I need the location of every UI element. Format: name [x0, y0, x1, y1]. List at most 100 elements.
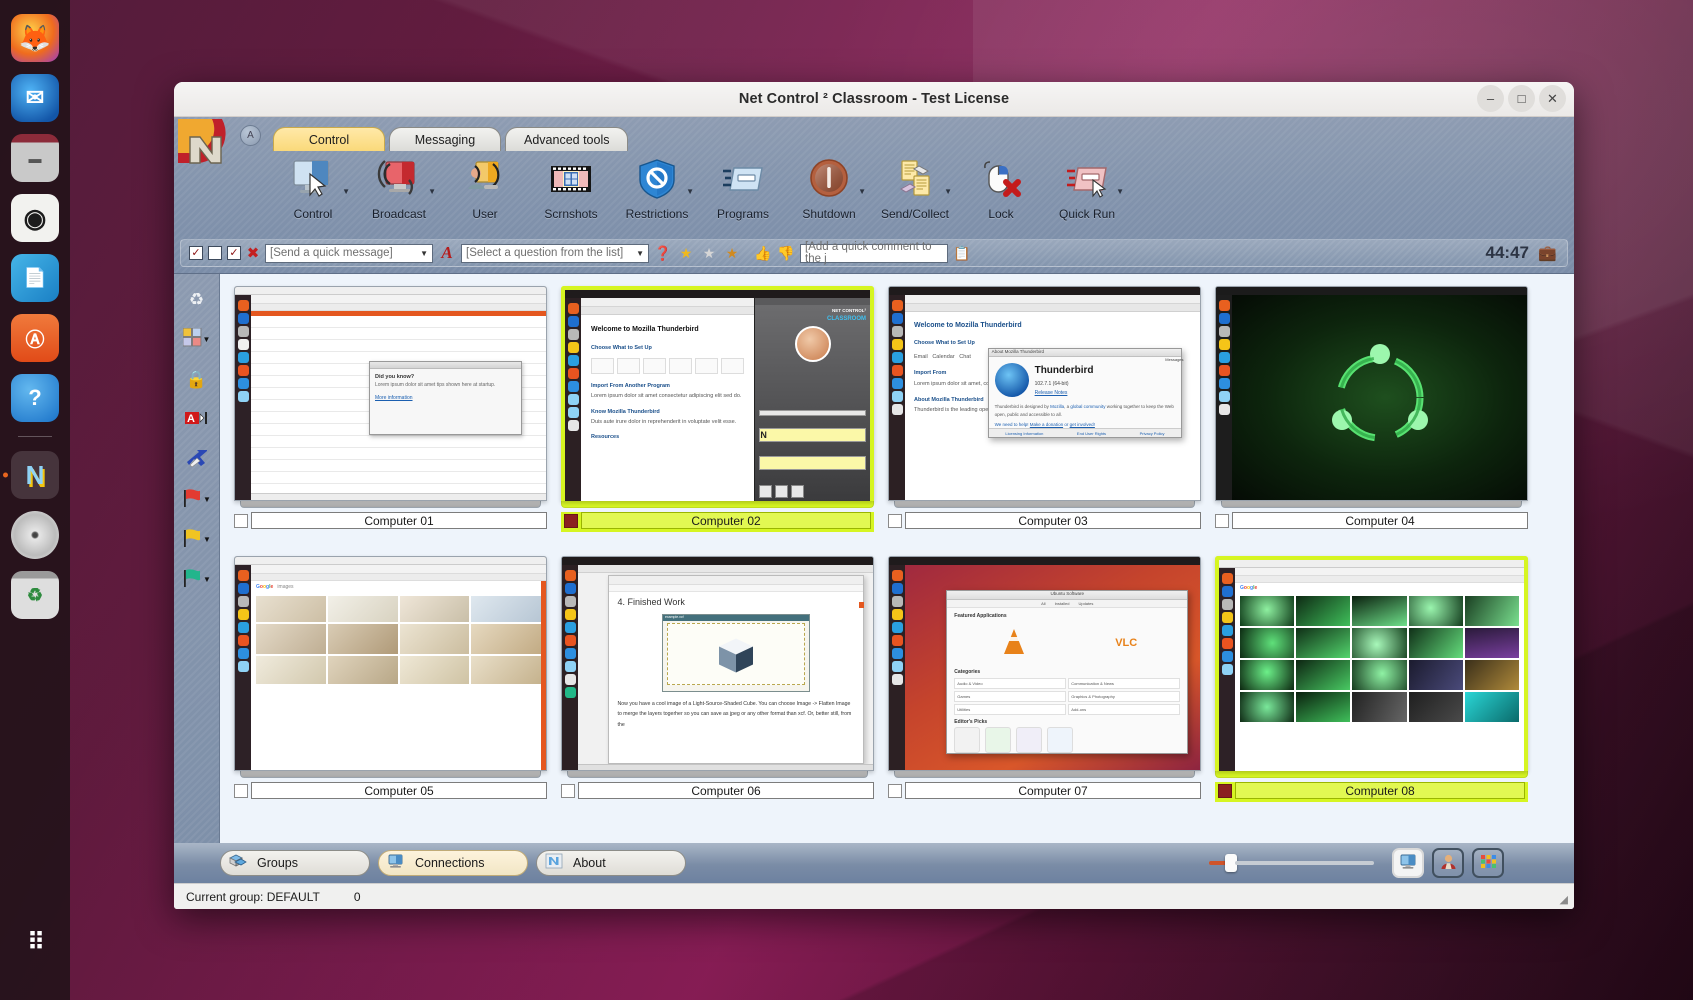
computer-cell[interactable]: Welcome to Mozilla Thunderbird Choose Wh…: [561, 286, 888, 556]
chevron-down-icon[interactable]: ▼: [1116, 187, 1124, 196]
computer-thumbnail[interactable]: Ubuntu Software All Installed Updates Feat…: [888, 556, 1201, 771]
dock-item-help[interactable]: ?: [11, 374, 59, 422]
sidebar-item-connections-tool[interactable]: [177, 446, 217, 472]
computer-name-row[interactable]: Computer 07: [888, 782, 1201, 799]
briefcase-icon[interactable]: 💼: [1538, 244, 1557, 262]
computer-name[interactable]: Computer 04: [1232, 512, 1528, 529]
show-applications-button[interactable]: ⠿: [11, 918, 59, 966]
footer-tab-about[interactable]: About: [536, 850, 686, 876]
computer-thumbnail[interactable]: [1215, 286, 1528, 501]
computer-cell[interactable]: Ubuntu Software All Installed Updates Feat…: [888, 556, 1215, 826]
computer-cell[interactable]: Welcome to Mozilla Thunderbird Choose Wh…: [888, 286, 1215, 556]
computer-checkbox[interactable]: [1215, 513, 1229, 528]
red-a-font-icon[interactable]: A: [438, 243, 456, 263]
computer-thumbnail[interactable]: Google: [1215, 556, 1528, 771]
computer-thumbnail[interactable]: Welcome to Mozilla Thunderbird Choose Wh…: [888, 286, 1201, 501]
computer-name-row[interactable]: Computer 06: [561, 782, 874, 799]
computer-name-row[interactable]: Computer 05: [234, 782, 547, 799]
dock-item-trash[interactable]: ♻: [11, 571, 59, 619]
quick-clear-button[interactable]: ✖: [246, 246, 260, 261]
computer-name-row[interactable]: Computer 01: [234, 512, 547, 529]
tab-control[interactable]: Control: [273, 127, 385, 151]
quick-comment-input[interactable]: [Add a quick comment to the j: [800, 241, 948, 265]
ribbon-button-broadcast[interactable]: Broadcast ▼: [356, 155, 442, 221]
ribbon-button-restrictions[interactable]: Restrictions ▼: [614, 155, 700, 221]
bronze-star-icon[interactable]: ★: [723, 245, 741, 262]
chevron-down-icon[interactable]: ▼: [203, 535, 211, 544]
quick-check-3[interactable]: ✓: [227, 246, 241, 260]
question-select[interactable]: [Select a question from the list] ▼: [461, 243, 649, 263]
computer-name[interactable]: Computer 03: [905, 512, 1201, 529]
computer-checkbox[interactable]: [888, 783, 902, 798]
thumbnail-size-slider[interactable]: [1209, 854, 1374, 872]
ribbon-button-scrnshots[interactable]: Scrnshots: [528, 155, 614, 221]
ribbon-button-user[interactable]: User: [442, 155, 528, 221]
computer-name[interactable]: Computer 01: [251, 512, 547, 529]
quick-check-2[interactable]: [208, 246, 222, 260]
ribbon-button-control[interactable]: Control ▼: [270, 155, 356, 221]
dock-item-netcontrol[interactable]: N: [11, 451, 59, 499]
orange-question-mark-icon[interactable]: ❓: [654, 245, 672, 262]
sidebar-item-rename-tool[interactable]: A: [177, 406, 217, 432]
computer-checkbox[interactable]: [888, 513, 902, 528]
chevron-down-icon[interactable]: ▼: [428, 187, 436, 196]
computer-name[interactable]: Computer 08: [1235, 782, 1525, 799]
dock-item-firefox[interactable]: 🦊: [11, 14, 59, 62]
footer-tab-groups[interactable]: Groups: [220, 850, 370, 876]
computer-cell[interactable]: Google Computer 08: [1215, 556, 1542, 826]
dock-item-disc[interactable]: ●: [11, 511, 59, 559]
sidebar-item-color-marks-tool[interactable]: ▼: [177, 326, 217, 352]
chevron-down-icon[interactable]: ▼: [203, 575, 211, 584]
dock-item-files[interactable]: ▬: [11, 134, 59, 182]
chevron-down-icon[interactable]: ▼: [203, 495, 211, 504]
computer-checkbox[interactable]: [234, 513, 248, 528]
view-users-button[interactable]: [1432, 848, 1464, 878]
sidebar-item-flag-red-tool[interactable]: ▼: [177, 486, 217, 512]
resize-grip-icon[interactable]: ◢: [1560, 893, 1568, 906]
dock-item-thunderbird[interactable]: ✉: [11, 74, 59, 122]
computer-name[interactable]: Computer 05: [251, 782, 547, 799]
close-button[interactable]: ✕: [1539, 85, 1566, 112]
computer-cell[interactable]: Computer 04: [1215, 286, 1542, 556]
chevron-down-icon[interactable]: ▼: [858, 187, 866, 196]
chevron-down-icon[interactable]: ▼: [944, 187, 952, 196]
computer-name[interactable]: Computer 06: [578, 782, 874, 799]
computer-thumbnail[interactable]: 4. Finished Work example.xcf Now you hav…: [561, 556, 874, 771]
gold-star-icon[interactable]: ★: [677, 245, 695, 262]
computer-cell[interactable]: 4. Finished Work example.xcf Now you hav…: [561, 556, 888, 826]
computer-thumbnail[interactable]: Welcome to Mozilla Thunderbird Choose Wh…: [561, 286, 874, 501]
computer-name-row[interactable]: Computer 08: [1218, 782, 1525, 799]
thumb-up-icon[interactable]: 👍: [754, 245, 772, 262]
ribbon-button-shutdown[interactable]: Shutdown ▼: [786, 155, 872, 221]
view-thumbnails-button[interactable]: [1392, 848, 1424, 878]
chevron-down-icon[interactable]: ▼: [636, 249, 644, 258]
view-tiles-button[interactable]: [1472, 848, 1504, 878]
sidebar-item-lock-tool[interactable]: 🔒: [177, 366, 217, 392]
dock-item-ubuntu-software[interactable]: Ⓐ: [11, 314, 59, 362]
chevron-down-icon[interactable]: ▼: [342, 187, 350, 196]
computer-checkbox[interactable]: [561, 783, 575, 798]
computer-name[interactable]: Computer 02: [581, 512, 871, 529]
ribbon-app-menu-button[interactable]: A: [240, 125, 261, 146]
chevron-down-icon[interactable]: ▼: [420, 249, 428, 258]
ribbon-button-lock[interactable]: Lock: [958, 155, 1044, 221]
ribbon-button-programs[interactable]: Programs: [700, 155, 786, 221]
quick-check-1[interactable]: ✓: [189, 246, 203, 260]
computer-cell[interactable]: Google images Computer 05: [234, 556, 561, 826]
silver-star-icon[interactable]: ★: [700, 245, 718, 262]
sidebar-item-refresh-tool[interactable]: ♻: [177, 286, 217, 312]
maximize-button[interactable]: □: [1508, 85, 1535, 112]
computer-name-row[interactable]: Computer 04: [1215, 512, 1528, 529]
computer-thumbnail[interactable]: Google images: [234, 556, 547, 771]
computer-cell[interactable]: Did you know? Lorem ipsum dolor sit amet…: [234, 286, 561, 556]
minimize-button[interactable]: –: [1477, 85, 1504, 112]
computer-name-row[interactable]: Computer 02: [564, 512, 871, 529]
dock-item-libreoffice[interactable]: 📄: [11, 254, 59, 302]
computer-name-row[interactable]: Computer 03: [888, 512, 1201, 529]
quick-message-input[interactable]: [Send a quick message] ▼: [265, 243, 433, 263]
computer-name[interactable]: Computer 07: [905, 782, 1201, 799]
sidebar-item-flag-green-tool[interactable]: ▼: [177, 566, 217, 592]
chevron-down-icon[interactable]: ▼: [203, 335, 211, 344]
dock-item-rhythmbox[interactable]: ◉: [11, 194, 59, 242]
footer-tab-connections[interactable]: Connections: [378, 850, 528, 876]
